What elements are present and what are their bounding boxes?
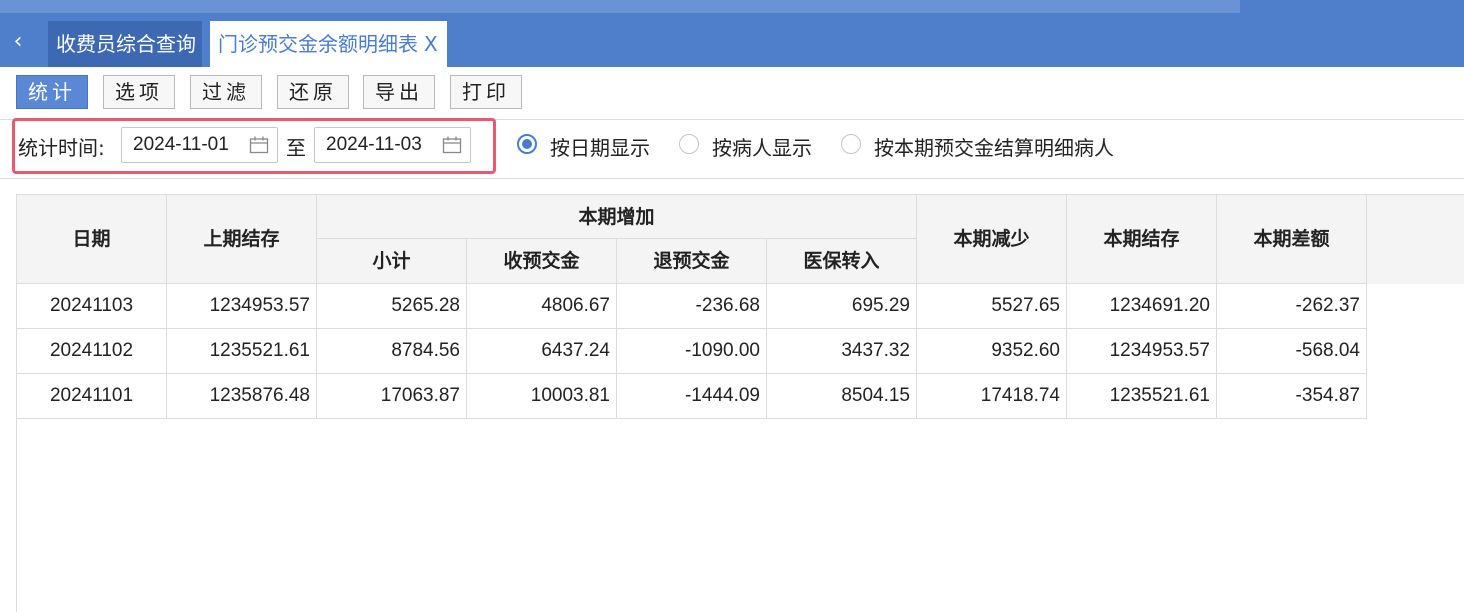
table-cell-deposit-received[interactable]: 4806.67 [467, 284, 617, 329]
header-date[interactable]: 日期 [17, 195, 167, 284]
start-date-value: 2024-11-01 [133, 134, 229, 155]
table-cell-date[interactable]: 20241102 [17, 329, 167, 374]
table-cell-deposit-refund[interactable]: -236.68 [617, 284, 767, 329]
table-cell-insurance-in[interactable]: 3437.32 [767, 329, 917, 374]
table-cell-balance[interactable]: 1235521.61 [1067, 374, 1217, 419]
export-button[interactable]: 导出 [363, 75, 435, 109]
radio-by-patient[interactable] [679, 134, 699, 154]
header-subtotal[interactable]: 小计 [317, 239, 467, 284]
filter-divider [0, 178, 1464, 179]
calendar-icon[interactable] [442, 136, 462, 154]
table-cell-balance[interactable]: 1234953.57 [1067, 329, 1217, 374]
tab-label: 收费员综合查询 [56, 32, 196, 56]
options-button[interactable]: 选项 [103, 75, 175, 109]
radio-by-settlement-patient[interactable] [841, 134, 861, 154]
start-date-field[interactable]: 2024-11-01 [121, 127, 278, 163]
header-increase-group[interactable]: 本期增加 [317, 195, 917, 239]
stats-button[interactable]: 统计 [16, 75, 88, 109]
header-difference[interactable]: 本期差额 [1217, 195, 1367, 284]
header-prev-balance[interactable]: 上期结存 [167, 195, 317, 284]
to-label: 至 [286, 136, 306, 160]
radio-by-settlement-patient-label[interactable]: 按本期预交金结算明细病人 [874, 132, 1114, 161]
table-cell-decrease[interactable]: 5527.65 [917, 284, 1067, 329]
radio-by-patient-label[interactable]: 按病人显示 [712, 132, 812, 161]
table-cell-balance[interactable]: 1234691.20 [1067, 284, 1217, 329]
close-icon[interactable]: X [424, 32, 438, 56]
report-table: 日期 上期结存 本期增加 小计 收预交金 退预交金 医保转入 本期减少 本期结存… [16, 194, 1464, 612]
header-deposit-received[interactable]: 收预交金 [467, 239, 617, 284]
header-insurance-in[interactable]: 医保转入 [767, 239, 917, 284]
tab-label: 门诊预交金余额明细表 [218, 32, 418, 56]
table-cell-deposit-refund[interactable]: -1090.00 [617, 329, 767, 374]
tab-deposit-balance-detail[interactable]: 门诊预交金余额明细表 X [210, 21, 447, 67]
radio-by-date[interactable] [517, 134, 537, 154]
table-cell-prev-balance[interactable]: 1235521.61 [167, 329, 317, 374]
table-cell-deposit-refund[interactable]: -1444.09 [617, 374, 767, 419]
stat-time-label: 统计时间: [18, 136, 105, 160]
table-cell-subtotal[interactable]: 8784.56 [317, 329, 467, 374]
table-cell-difference[interactable]: -354.87 [1217, 374, 1367, 419]
filter-button[interactable]: 过滤 [190, 75, 262, 109]
table-cell-insurance-in[interactable]: 8504.15 [767, 374, 917, 419]
table-cell-deposit-received[interactable]: 10003.81 [467, 374, 617, 419]
table-cell-decrease[interactable]: 9352.60 [917, 329, 1067, 374]
calendar-icon[interactable] [249, 136, 269, 154]
table-cell-deposit-received[interactable]: 6437.24 [467, 329, 617, 374]
table-cell-insurance-in[interactable]: 695.29 [767, 284, 917, 329]
header-deposit-refund[interactable]: 退预交金 [617, 239, 767, 284]
restore-button[interactable]: 还原 [277, 75, 349, 109]
table-cell-decrease[interactable]: 17418.74 [917, 374, 1067, 419]
table-cell-subtotal[interactable]: 17063.87 [317, 374, 467, 419]
table-cell-prev-balance[interactable]: 1234953.57 [167, 284, 317, 329]
title-strip [0, 0, 1240, 13]
end-date-value: 2024-11-03 [326, 134, 422, 155]
header-balance[interactable]: 本期结存 [1067, 195, 1217, 284]
table-cell-date[interactable]: 20241103 [17, 284, 167, 329]
table-cell-prev-balance[interactable]: 1235876.48 [167, 374, 317, 419]
end-date-field[interactable]: 2024-11-03 [314, 127, 471, 163]
print-button[interactable]: 打印 [450, 75, 522, 109]
tab-cashier-query[interactable]: 收费员综合查询 [48, 21, 202, 67]
table-cell-difference[interactable]: -262.37 [1217, 284, 1367, 329]
header-decrease[interactable]: 本期减少 [917, 195, 1067, 284]
back-chevron-icon[interactable]: ‹ [4, 26, 32, 58]
table-cell-date[interactable]: 20241101 [17, 374, 167, 419]
radio-by-date-label[interactable]: 按日期显示 [550, 132, 650, 161]
table-cell-difference[interactable]: -568.04 [1217, 329, 1367, 374]
table-cell-subtotal[interactable]: 5265.28 [317, 284, 467, 329]
